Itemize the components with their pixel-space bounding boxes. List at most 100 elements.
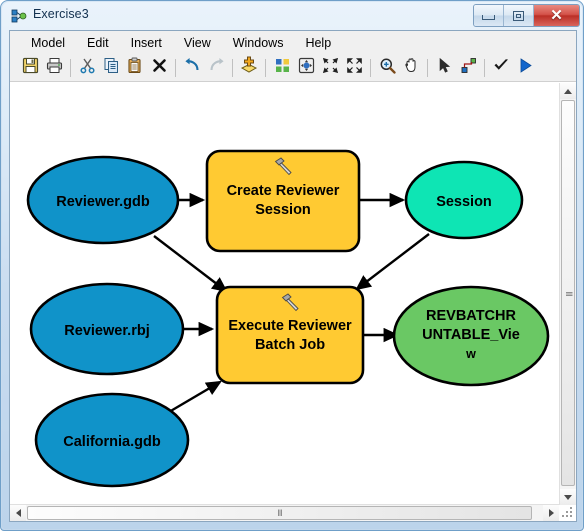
- node-create-reviewer-session[interactable]: Create Reviewer Session: [205, 149, 361, 253]
- horizontal-scroll-thumb[interactable]: III: [27, 506, 532, 520]
- model-diagram: Reviewer.gdb Create Reviewer Session Ses…: [26, 149, 550, 488]
- model-builder-icon: [11, 8, 27, 24]
- horizontal-scrollbar[interactable]: III: [10, 504, 559, 521]
- node-revbatchruntable-view[interactable]: REVBATCHR UNTABLE_Vie w: [392, 285, 550, 387]
- run-icon: [517, 57, 534, 79]
- copy-icon: [103, 57, 120, 79]
- menu-insert[interactable]: Insert: [120, 34, 173, 52]
- window-title: Exercise3: [33, 7, 89, 21]
- print-button[interactable]: [42, 56, 66, 80]
- node-california-gdb[interactable]: California.gdb: [34, 392, 190, 488]
- pan-tool-button[interactable]: [399, 56, 423, 80]
- undo-icon: [184, 57, 201, 79]
- menu-help[interactable]: Help: [294, 34, 342, 52]
- scroll-left-button[interactable]: [10, 505, 26, 521]
- select-tool-button[interactable]: [432, 56, 456, 80]
- node-label-create-session-line1: Create Reviewer: [227, 183, 340, 199]
- auto-layout-icon: [274, 57, 291, 79]
- menu-edit[interactable]: Edit: [76, 34, 120, 52]
- minimize-icon: [482, 15, 495, 20]
- toolbar-separator: [70, 58, 71, 77]
- node-label-execute-batch-line2: Batch Job: [255, 337, 325, 353]
- chevron-right-icon: [548, 509, 554, 517]
- add-data-button[interactable]: [237, 56, 261, 80]
- run-button[interactable]: [513, 56, 537, 80]
- node-execute-reviewer-batch-job[interactable]: Execute Reviewer Batch Job: [215, 285, 365, 385]
- full-view-icon: [298, 57, 315, 79]
- delete-icon: [151, 57, 168, 79]
- zoom-tool-button[interactable]: [375, 56, 399, 80]
- toolbar-separator: [427, 58, 428, 77]
- chevron-up-icon: [564, 88, 572, 94]
- add-data-icon: [240, 56, 258, 79]
- node-label-revbatch-line3: w: [465, 347, 476, 361]
- maximize-icon: [513, 10, 524, 21]
- node-label-create-session-line2: Session: [255, 202, 311, 218]
- menu-windows[interactable]: Windows: [222, 34, 295, 52]
- vertical-scroll-thumb[interactable]: III: [561, 100, 575, 486]
- copy-button[interactable]: [99, 56, 123, 80]
- menu-bar: Model Edit Insert View Windows Help: [10, 31, 576, 54]
- model-builder-window: Exercise3 ✕ Model Edit Insert View Windo…: [0, 0, 584, 531]
- redo-icon: [208, 57, 225, 79]
- zoom-out-fixed-button[interactable]: [318, 56, 342, 80]
- paste-icon: [127, 57, 144, 79]
- node-label-execute-batch-line1: Execute Reviewer: [228, 318, 352, 334]
- client-area: Model Edit Insert View Windows Help Revi…: [9, 30, 577, 522]
- full-view-button[interactable]: [294, 56, 318, 80]
- node-reviewer-rbj[interactable]: Reviewer.rbj: [29, 282, 185, 376]
- minimize-button[interactable]: [474, 5, 504, 26]
- scroll-grip-icon: III: [277, 507, 282, 518]
- zoom-in-fixed-icon: [346, 57, 363, 79]
- scroll-right-button[interactable]: [543, 505, 559, 521]
- connect-tool-button[interactable]: [456, 56, 480, 80]
- zoom-out-fixed-icon: [322, 57, 339, 79]
- toolbar-separator: [175, 58, 176, 77]
- scroll-up-button[interactable]: [560, 83, 576, 99]
- toolbar-separator: [370, 58, 371, 77]
- delete-button[interactable]: [147, 56, 171, 80]
- toolbar-separator: [265, 58, 266, 77]
- select-tool-icon: [436, 57, 453, 79]
- window-controls: ✕: [473, 4, 580, 27]
- print-icon: [46, 57, 63, 79]
- undo-button[interactable]: [180, 56, 204, 80]
- validate-button[interactable]: [489, 56, 513, 80]
- validate-icon: [493, 57, 510, 79]
- model-canvas[interactable]: Reviewer.gdb Create Reviewer Session Ses…: [11, 83, 559, 505]
- node-session[interactable]: Session: [404, 160, 524, 240]
- scroll-grip-icon: III: [563, 290, 574, 296]
- connector-californiagdb-to-executebatch: [168, 380, 222, 414]
- toolbar-separator: [484, 58, 485, 77]
- cut-button[interactable]: [75, 56, 99, 80]
- toolbar-separator: [232, 58, 233, 77]
- save-icon: [22, 57, 39, 79]
- chevron-left-icon: [15, 509, 21, 517]
- pan-tool-icon: [403, 57, 420, 79]
- maximize-button[interactable]: [504, 5, 534, 26]
- zoom-in-fixed-button[interactable]: [342, 56, 366, 80]
- node-label-california-gdb: California.gdb: [63, 434, 161, 450]
- close-icon: ✕: [550, 7, 563, 24]
- zoom-tool-icon: [379, 57, 396, 79]
- scroll-down-button[interactable]: [560, 489, 576, 505]
- connector-session-to-executebatch: [355, 233, 430, 291]
- chevron-down-icon: [564, 494, 572, 500]
- node-label-session: Session: [436, 194, 492, 210]
- node-label-revbatch-line2: UNTABLE_Vie: [422, 327, 520, 343]
- menu-view[interactable]: View: [173, 34, 222, 52]
- menu-model[interactable]: Model: [20, 34, 76, 52]
- vertical-scrollbar[interactable]: III: [559, 83, 576, 505]
- node-reviewer-gdb[interactable]: Reviewer.gdb: [26, 155, 180, 245]
- paste-button[interactable]: [123, 56, 147, 80]
- title-bar[interactable]: Exercise3 ✕: [1, 1, 583, 30]
- node-label-revbatch-line1: REVBATCHR: [426, 308, 516, 324]
- close-button[interactable]: ✕: [534, 5, 579, 26]
- tool-bar: [10, 54, 576, 82]
- save-button[interactable]: [18, 56, 42, 80]
- cut-icon: [79, 57, 96, 79]
- auto-layout-button[interactable]: [270, 56, 294, 80]
- resize-grip[interactable]: [560, 505, 575, 520]
- redo-button[interactable]: [204, 56, 228, 80]
- node-label-reviewer-gdb: Reviewer.gdb: [56, 194, 150, 210]
